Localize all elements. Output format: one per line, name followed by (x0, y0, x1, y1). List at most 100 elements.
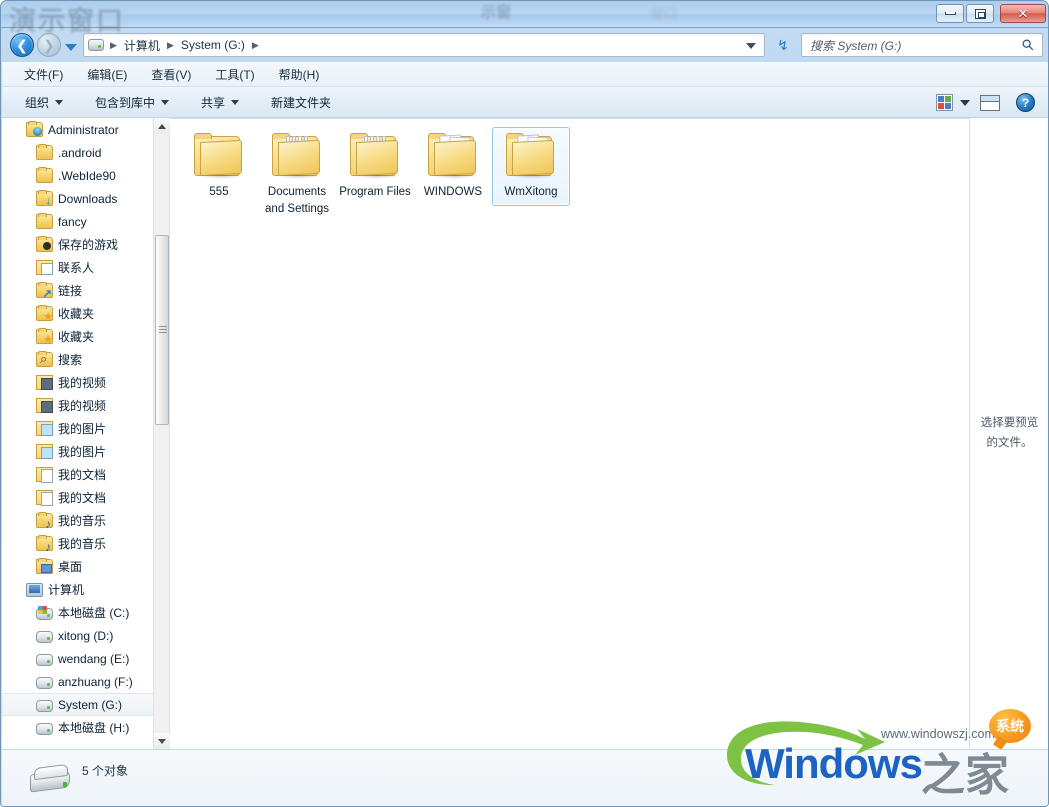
address-dropdown-icon[interactable] (746, 43, 756, 49)
view-options-icon[interactable] (936, 94, 953, 111)
file-item-3[interactable]: WINDOWS (414, 127, 492, 206)
breadcrumb-computer[interactable]: 计算机 (121, 37, 163, 54)
favorites-folder-icon (36, 328, 53, 346)
sidebar-item-12[interactable]: 我的视频 (2, 394, 154, 417)
preview-pane-icon[interactable] (980, 94, 1000, 111)
sidebar-item-16[interactable]: 我的文档 (2, 486, 154, 509)
sidebar-item-8[interactable]: 收藏夹 (2, 302, 154, 325)
close-button[interactable]: ✕ (1000, 4, 1046, 23)
breadcrumb-system-g[interactable]: System (G:) (178, 38, 248, 52)
sidebar-item-25[interactable]: System (G:) (2, 693, 154, 716)
sidebar-item-13[interactable]: 我的图片 (2, 417, 154, 440)
sidebar-item-3[interactable]: Downloads (2, 187, 154, 210)
file-item-1[interactable]: Documents and Settings (258, 127, 336, 222)
sidebar-item-24[interactable]: anzhuang (F:) (2, 670, 154, 693)
navigation-scrollbar[interactable] (153, 118, 170, 749)
minimize-button[interactable] (936, 4, 964, 23)
documents-folder-icon (36, 490, 53, 506)
navigation-pane[interactable]: Administrator .android .WebIde90 Downloads f… (2, 118, 170, 749)
toolbar-new-folder[interactable]: 新建文件夹 (262, 90, 340, 115)
drive-icon (88, 39, 104, 51)
sidebar-item-20[interactable]: 计算机 (2, 578, 154, 601)
sidebar-item-6[interactable]: 联系人 (2, 256, 154, 279)
toolbar-right-group: ? (936, 87, 1041, 118)
sidebar-item-label: 我的视频 (58, 399, 107, 413)
sidebar-item-5[interactable]: 保存的游戏 (2, 233, 154, 256)
sidebar-item-label: 我的文档 (58, 491, 107, 505)
sidebar-item-2[interactable]: .WebIde90 (2, 164, 154, 187)
address-breadcrumb-bar[interactable]: ▶ 计算机 ▶ System (G:) ▶ (83, 33, 765, 57)
sidebar-item-label: 收藏夹 (58, 330, 95, 344)
sidebar-item-19[interactable]: 桌面 (2, 555, 154, 578)
maximize-restore-button[interactable] (966, 4, 994, 23)
menu-item-file[interactable]: 文件(F) (14, 63, 73, 86)
menu-item-tools[interactable]: 工具(T) (205, 63, 264, 86)
folder-icon (192, 132, 246, 179)
file-item-2[interactable]: Program Files (336, 127, 414, 206)
sidebar-item-11[interactable]: 我的视频 (2, 371, 154, 394)
file-grid: 555 Documents and Settings Program Files WI… (180, 127, 570, 222)
forward-button[interactable]: ❯ (37, 33, 61, 57)
sidebar-item-18[interactable]: 我的音乐 (2, 532, 154, 555)
close-icon: ✕ (1017, 5, 1029, 21)
toolbar-include-label: 包含到库中 (95, 95, 156, 110)
refresh-icon: ↯ (777, 36, 789, 53)
help-icon[interactable]: ? (1016, 93, 1035, 112)
toolbar-include-in-library[interactable]: 包含到库中 (86, 90, 178, 115)
toolbar-organize-label: 组织 (25, 95, 50, 110)
menu-item-edit[interactable]: 编辑(E) (77, 63, 137, 86)
sidebar-item-label: 我的音乐 (58, 537, 107, 551)
scroll-up-icon[interactable] (154, 118, 170, 134)
folder-icon (36, 167, 53, 183)
sidebar-item-4[interactable]: fancy (2, 210, 154, 233)
sidebar-item-label: Administrator (48, 122, 119, 137)
menu-item-view[interactable]: 查看(V) (141, 63, 201, 86)
breadcrumb-separator-0[interactable]: ▶ (106, 40, 121, 51)
folder-tree: Administrator .android .WebIde90 Downloads f… (2, 118, 154, 739)
title-bar[interactable]: 演示窗口 示窗 窗口 ✕ (1, 1, 1048, 36)
sidebar-item-1[interactable]: .android (2, 141, 154, 164)
sidebar-item-label: 搜索 (58, 353, 83, 367)
window-title-ghost-secondary: 示窗 (481, 4, 512, 21)
sidebar-item-label: 本地磁盘 (C:) (58, 606, 130, 620)
sidebar-item-23[interactable]: wendang (E:) (2, 647, 154, 670)
sidebar-item-label: xitong (D:) (58, 628, 114, 643)
sidebar-item-7[interactable]: 链接 (2, 279, 154, 302)
scroll-down-icon[interactable] (154, 733, 170, 749)
back-button[interactable]: ❮ (10, 33, 34, 57)
file-item-4[interactable]: WmXitong (492, 127, 570, 206)
search-input[interactable]: 搜索 System (G:) (802, 37, 1014, 54)
breadcrumb-separator-1[interactable]: ▶ (163, 40, 178, 51)
sidebar-item-label: 我的视频 (58, 376, 107, 390)
windows-drive-icon (36, 605, 53, 620)
sidebar-item-0[interactable]: Administrator (2, 118, 154, 141)
drive-icon (36, 722, 53, 735)
file-list-pane[interactable]: 555 Documents and Settings Program Files WI… (170, 118, 969, 749)
sidebar-item-15[interactable]: 我的文档 (2, 463, 154, 486)
sidebar-item-label: 保存的游戏 (58, 238, 119, 252)
menu-item-help[interactable]: 帮助(H) (269, 63, 330, 86)
pictures-folder-icon (36, 421, 53, 436)
sidebar-item-17[interactable]: 我的音乐 (2, 509, 154, 532)
music-folder-icon (36, 512, 53, 530)
sidebar-item-10[interactable]: 搜索 (2, 348, 154, 371)
toolbar-share[interactable]: 共享 (192, 90, 248, 115)
sidebar-item-26[interactable]: 本地磁盘 (H:) (2, 716, 154, 739)
recent-locations-icon[interactable] (65, 44, 77, 51)
sidebar-item-label: System (G:) (58, 697, 123, 712)
toolbar-organize[interactable]: 组织 (16, 90, 72, 115)
sidebar-item-label: Downloads (58, 191, 118, 206)
file-item-0[interactable]: 555 (180, 127, 258, 206)
drive-icon (36, 630, 53, 643)
sidebar-item-21[interactable]: 本地磁盘 (C:) (2, 601, 154, 624)
search-box[interactable]: 搜索 System (G:) ⚲ (801, 33, 1043, 57)
sidebar-item-label: anzhuang (F:) (58, 674, 133, 689)
scrollbar-thumb[interactable] (155, 235, 169, 425)
breadcrumb-separator-2[interactable]: ▶ (248, 40, 263, 51)
sidebar-item-14[interactable]: 我的图片 (2, 440, 154, 463)
sidebar-item-22[interactable]: xitong (D:) (2, 624, 154, 647)
sidebar-item-9[interactable]: 收藏夹 (2, 325, 154, 348)
refresh-button[interactable]: ↯ (771, 33, 795, 57)
chevron-down-icon[interactable] (960, 99, 970, 106)
searches-folder-icon (36, 351, 53, 367)
